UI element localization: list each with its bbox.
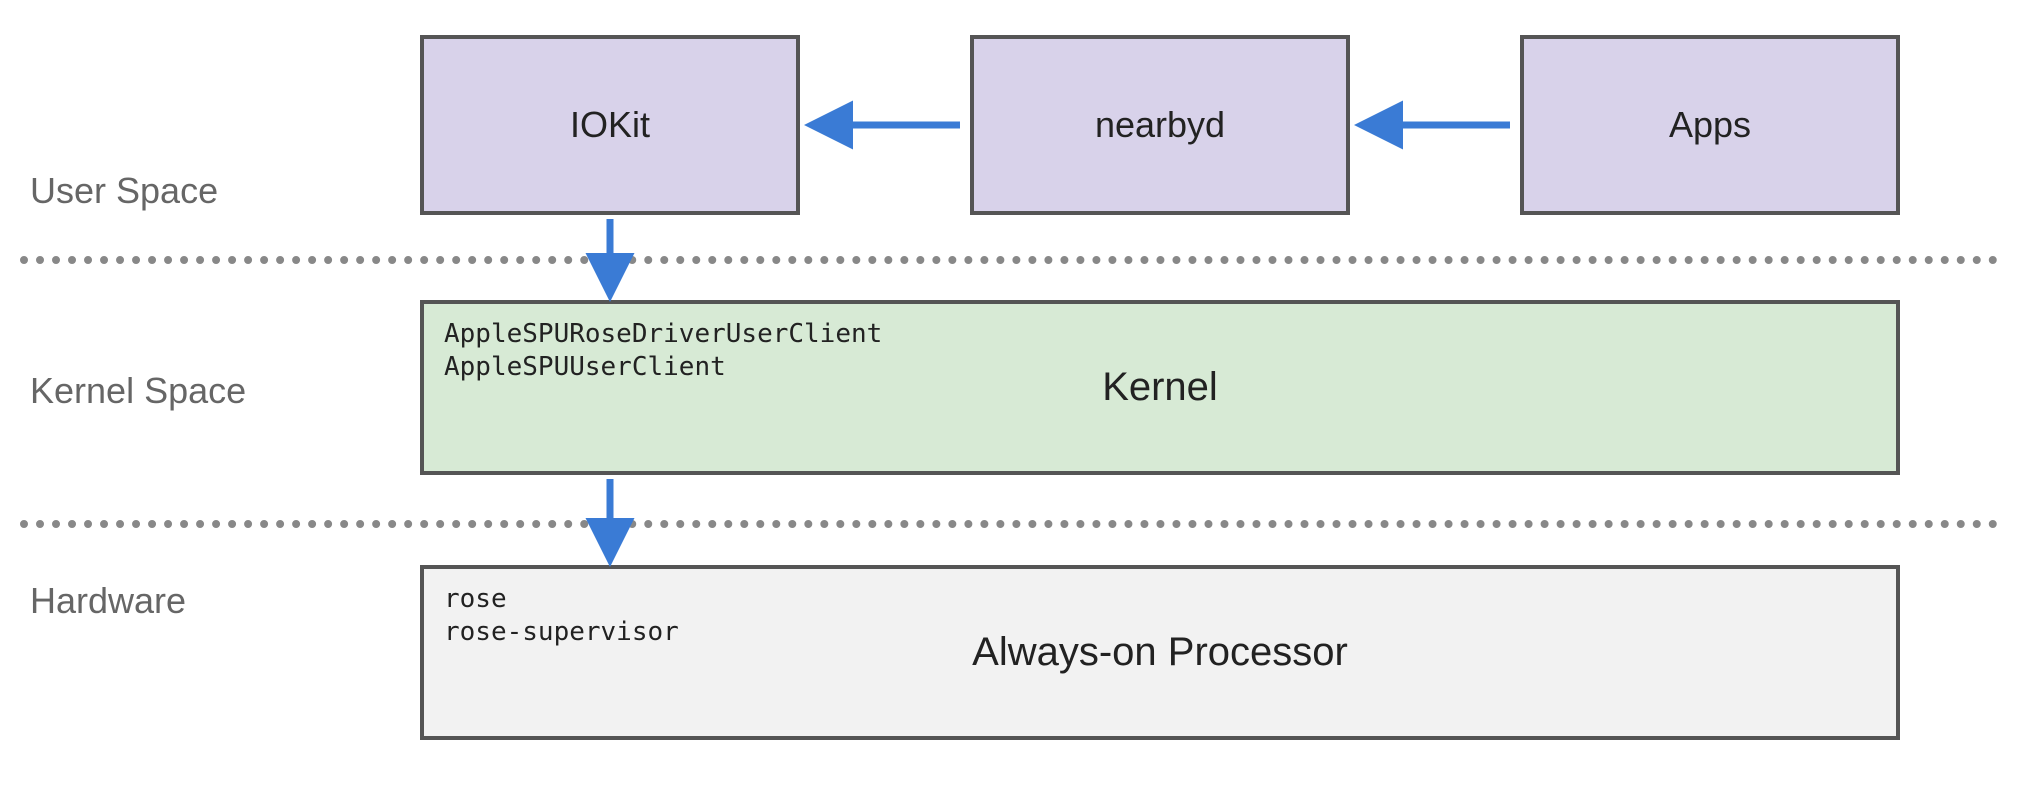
box-nearbyd: nearbyd bbox=[970, 35, 1350, 215]
layer-label-user: User Space bbox=[30, 170, 218, 212]
box-kernel: AppleSPURoseDriverUserClient AppleSPUUse… bbox=[420, 300, 1900, 475]
layer-label-hardware: Hardware bbox=[30, 580, 186, 622]
box-aop-title: Always-on Processor bbox=[972, 630, 1348, 675]
kernel-annot-line2: AppleSPUUserClient bbox=[444, 351, 882, 384]
aop-annot-line1: rose bbox=[444, 583, 679, 616]
box-iokit: IOKit bbox=[420, 35, 800, 215]
layer-label-kernel: Kernel Space bbox=[30, 370, 246, 412]
box-iokit-label: IOKit bbox=[570, 104, 650, 146]
box-apps-label: Apps bbox=[1669, 104, 1751, 146]
box-nearbyd-label: nearbyd bbox=[1095, 104, 1225, 146]
divider-user-kernel bbox=[20, 256, 1998, 264]
box-kernel-title: Kernel bbox=[1102, 365, 1218, 410]
box-aop: rose rose-supervisor Always-on Processor bbox=[420, 565, 1900, 740]
box-apps: Apps bbox=[1520, 35, 1900, 215]
aop-annot-line2: rose-supervisor bbox=[444, 616, 679, 649]
divider-kernel-hardware bbox=[20, 520, 1998, 528]
kernel-annot-line1: AppleSPURoseDriverUserClient bbox=[444, 318, 882, 351]
box-aop-annotation: rose rose-supervisor bbox=[444, 583, 679, 648]
box-kernel-annotation: AppleSPURoseDriverUserClient AppleSPUUse… bbox=[444, 318, 882, 383]
